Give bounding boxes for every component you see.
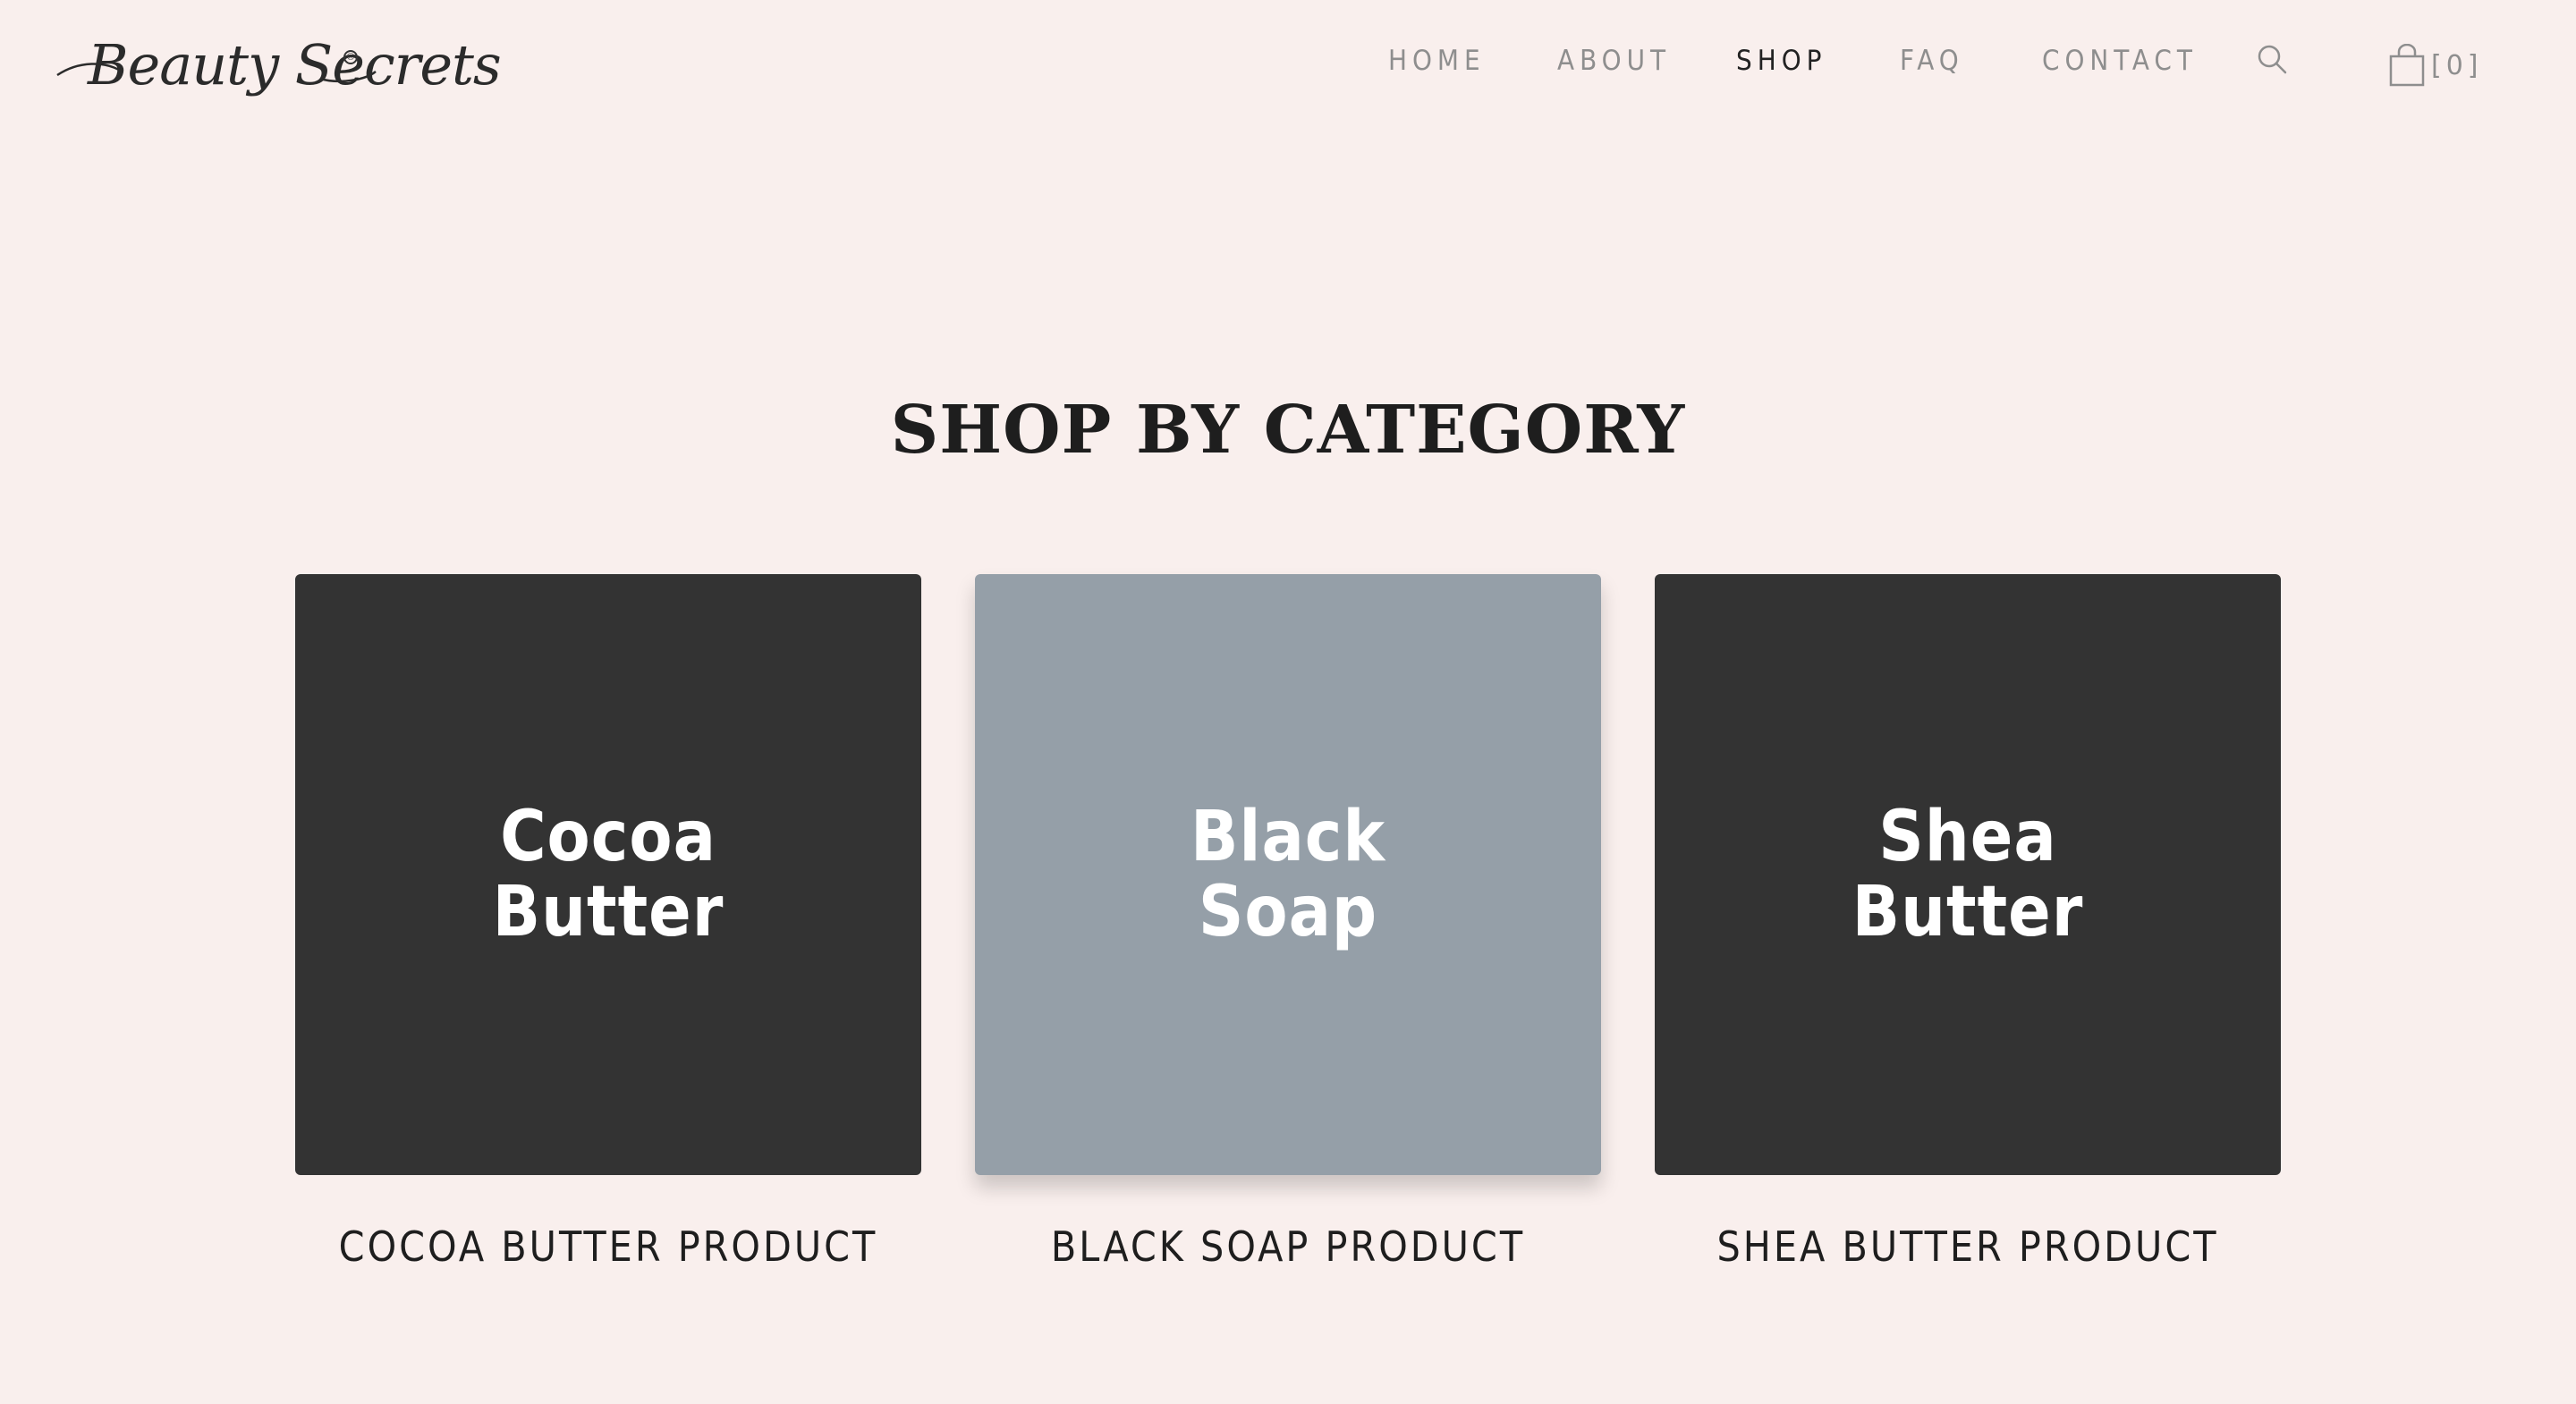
- nav-shop[interactable]: SHOP: [1736, 45, 1826, 77]
- card-label: Shea Butter: [1655, 799, 2281, 950]
- category-card-shea-butter[interactable]: Shea Butter: [1655, 574, 2281, 1175]
- card-label-line: Black: [1190, 797, 1386, 877]
- card-label: Black Soap: [975, 799, 1601, 950]
- nav-faq[interactable]: FAQ: [1900, 45, 1964, 77]
- card-label-line: Shea: [1878, 797, 2057, 877]
- card-label-line: Butter: [1852, 872, 2084, 952]
- shopping-bag-icon: [2389, 44, 2425, 87]
- nav-contact[interactable]: CONTACT: [2042, 45, 2198, 77]
- card-label-line: Soap: [1198, 872, 1378, 952]
- section-title: SHOP BY CATEGORY: [890, 392, 1686, 469]
- card-label-line: Butter: [492, 872, 724, 952]
- nav-home[interactable]: HOME: [1388, 45, 1486, 77]
- card-label: Cocoa Butter: [295, 799, 921, 950]
- category-caption-cocoa-butter[interactable]: COCOA BUTTER PRODUCT: [295, 1222, 921, 1271]
- category-caption-shea-butter[interactable]: SHEA BUTTER PRODUCT: [1655, 1222, 2281, 1271]
- registered-mark: ®: [343, 50, 358, 64]
- card-label-line: Cocoa: [500, 797, 716, 877]
- search-icon[interactable]: [2256, 43, 2290, 77]
- brand-logo[interactable]: Beauty Secrets ®: [52, 25, 502, 114]
- cart-button[interactable]: [0]: [2388, 43, 2483, 88]
- category-caption-black-soap[interactable]: BLACK SOAP PRODUCT: [975, 1222, 1601, 1271]
- category-card-cocoa-butter[interactable]: Cocoa Butter: [295, 574, 921, 1175]
- cart-count: [0]: [2431, 49, 2483, 81]
- nav-about[interactable]: ABOUT: [1557, 45, 1671, 77]
- logo-text: Beauty Secrets: [88, 32, 502, 97]
- category-card-black-soap[interactable]: Black Soap: [975, 574, 1601, 1175]
